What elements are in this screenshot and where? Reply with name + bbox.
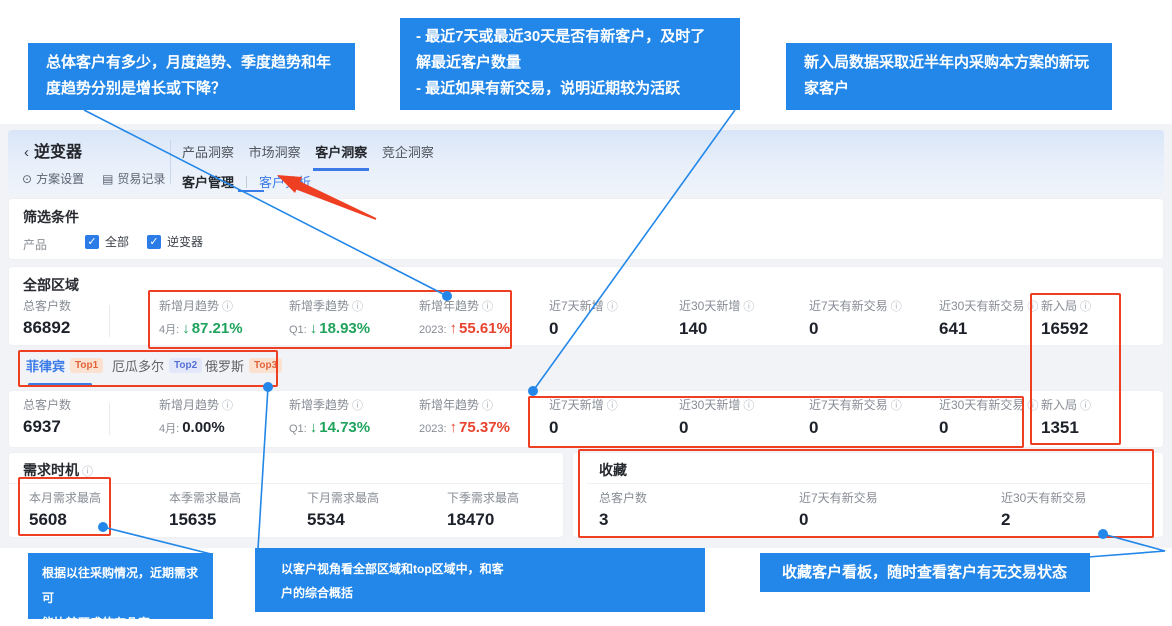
stat-new-7d: 近7天新增ⓘ 0 <box>549 299 618 339</box>
info-icon[interactable]: ⓘ <box>482 300 493 314</box>
favorites-card: 收藏 总客户数 3 近7天有新交易 0 近30天有新交易 2 <box>572 452 1164 538</box>
annotation-favorites: 收藏客户看板，随时查看客户有无交易状态 <box>760 553 1090 592</box>
annotation-recent-activity: - 最近7天或最近30天是否有新客户，及时了 解最近客户数量 - 最近如果有新交… <box>400 18 740 110</box>
info-icon[interactable]: ⓘ <box>607 300 618 314</box>
region-tab-ecuador[interactable]: 厄瓜多尔 Top2 <box>112 356 202 375</box>
region-tab-russia[interactable]: 俄罗斯 Top3 <box>205 356 282 375</box>
filter-row-label: 产品 <box>23 236 47 253</box>
stat-monthly-trend: 新增月趋势ⓘ 4月:↓87.21% <box>159 299 243 340</box>
info-icon[interactable]: ⓘ <box>891 300 902 314</box>
info-icon[interactable]: ⓘ <box>352 300 363 314</box>
stat-yearly-trend: 新增年趋势ⓘ 2023:↑55.61% <box>419 299 510 340</box>
tab-competitor-insight[interactable]: 竞企洞察 <box>380 140 436 168</box>
info-icon[interactable]: ⓘ <box>891 399 902 413</box>
stat-new-entrant: 新入局ⓘ 16592 <box>1041 299 1091 339</box>
region-tab-philippines[interactable]: 菲律宾 Top1 <box>26 356 103 375</box>
stat-demand-this-month: 本月需求最高 5608 <box>29 491 101 530</box>
annotation-demand: 根据以往采购情况，近期需求可 能比较旺盛的有几家 <box>28 553 213 619</box>
screenshot-stage: ‹ 逆变器 ⊙ 方案设置 ▤ 贸易记录 产品洞察 市场洞察 客户洞察 竞企洞察 客… <box>0 0 1172 626</box>
insight-tabs: 产品洞察 市场洞察 客户洞察 竞企洞察 <box>180 140 443 171</box>
stat-divider <box>109 305 110 337</box>
subtab-divider <box>246 176 247 188</box>
checkbox-all[interactable]: ✓ 全部 <box>85 233 129 250</box>
info-icon[interactable]: ⓘ <box>222 399 233 413</box>
stat-demand-next-month: 下月需求最高 5534 <box>307 491 379 530</box>
active-subtab-underline <box>238 190 264 192</box>
gear-icon: ⊙ <box>22 172 32 186</box>
info-icon[interactable]: ⓘ <box>482 399 493 413</box>
stat-new-7d: 近7天新增ⓘ 0 <box>549 398 618 438</box>
tab-customer-management[interactable]: 客户管理 <box>180 172 236 191</box>
top2-badge: Top2 <box>169 358 202 373</box>
checkbox-checked-icon: ✓ <box>147 235 161 249</box>
stat-trade-7d: 近7天有新交易ⓘ 0 <box>809 398 902 438</box>
active-region-tab-underline <box>28 383 92 386</box>
header-band: ‹ 逆变器 ⊙ 方案设置 ▤ 贸易记录 产品洞察 市场洞察 客户洞察 竞企洞察 客… <box>8 130 1164 194</box>
stat-fav-trade-30d: 近30天有新交易 2 <box>1001 491 1086 530</box>
stat-new-30d: 近30天新增ⓘ 140 <box>679 299 754 339</box>
header-divider <box>170 140 171 184</box>
tab-product-insight[interactable]: 产品洞察 <box>180 140 236 168</box>
header-menu: ⊙ 方案设置 ▤ 贸易记录 <box>22 170 165 187</box>
stat-new-entrant: 新入局ⓘ 1351 <box>1041 398 1091 438</box>
tab-customer-analysis[interactable]: 客户分析 <box>257 172 313 191</box>
favorites-title: 收藏 <box>599 460 627 480</box>
stat-demand-next-quarter: 下季需求最高 18470 <box>447 491 519 530</box>
top3-badge: Top3 <box>249 358 282 373</box>
stat-fav-trade-7d: 近7天有新交易 0 <box>799 491 878 530</box>
stat-quarterly-trend: 新增季趋势ⓘ Q1:↓14.73% <box>289 398 370 439</box>
card-divider <box>587 483 1151 484</box>
back-button[interactable]: ‹ 逆变器 <box>24 138 82 162</box>
stat-total-customers: 总客户数 86892 <box>23 299 71 338</box>
checkbox-checked-icon: ✓ <box>85 235 99 249</box>
page-title: 逆变器 <box>34 144 82 161</box>
info-icon[interactable]: ⓘ <box>1080 300 1091 314</box>
filter-section-title: 筛选条件 <box>23 207 79 227</box>
info-icon[interactable]: ⓘ <box>352 399 363 413</box>
info-icon[interactable]: ⓘ <box>222 300 233 314</box>
tab-customer-insight[interactable]: 客户洞察 <box>313 140 369 171</box>
info-icon[interactable]: ⓘ <box>1027 300 1038 314</box>
plan-settings-button[interactable]: ⊙ 方案设置 <box>22 170 84 187</box>
info-icon[interactable]: ⓘ <box>607 399 618 413</box>
info-icon[interactable]: ⓘ <box>743 399 754 413</box>
demand-timing-card: 需求时机ⓘ 本月需求最高 5608 本季需求最高 15635 下月需求最高 55… <box>8 452 564 538</box>
tab-market-insight[interactable]: 市场洞察 <box>247 140 303 168</box>
annotation-customer-view: 以客户视角看全部区域和top区域中，和客 户的综合概括 <box>255 548 705 612</box>
annotation-new-entrant: 新入局数据采取近半年内采购本方案的新玩 家客户 <box>786 43 1112 110</box>
stat-quarterly-trend: 新增季趋势ⓘ Q1:↓18.93% <box>289 299 370 340</box>
stat-total-customers: 总客户数 6937 <box>23 398 71 437</box>
checkbox-inverter[interactable]: ✓ 逆变器 <box>147 233 203 250</box>
stat-demand-this-quarter: 本季需求最高 15635 <box>169 491 241 530</box>
filter-card: 筛选条件 产品 ✓ 全部 ✓ 逆变器 <box>8 198 1164 260</box>
stat-trade-7d: 近7天有新交易ⓘ 0 <box>809 299 902 339</box>
info-icon[interactable]: ⓘ <box>1080 399 1091 413</box>
stat-fav-total: 总客户数 3 <box>599 491 647 530</box>
annotation-overview: 总体客户有多少，月度趋势、季度趋势和年 度趋势分别是增长或下降？ <box>28 43 355 110</box>
info-icon[interactable]: ⓘ <box>82 463 93 479</box>
trade-records-button[interactable]: ▤ 贸易记录 <box>102 170 165 187</box>
stat-trade-30d: 近30天有新交易ⓘ 0 <box>939 398 1038 438</box>
all-region-card: 全部区域 总客户数 86892 新增月趋势ⓘ 4月:↓87.21% 新增季趋势ⓘ… <box>8 266 1164 346</box>
card-divider <box>9 483 565 484</box>
top1-badge: Top1 <box>70 358 103 373</box>
back-chevron-icon: ‹ <box>24 144 29 161</box>
stat-monthly-trend: 新增月趋势ⓘ 4月:0.00% <box>159 398 233 439</box>
document-icon: ▤ <box>102 172 113 186</box>
all-region-title: 全部区域 <box>23 275 79 295</box>
top1-region-card: 总客户数 6937 新增月趋势ⓘ 4月:0.00% 新增季趋势ⓘ Q1:↓14.… <box>8 390 1164 448</box>
stat-new-30d: 近30天新增ⓘ 0 <box>679 398 754 438</box>
info-icon[interactable]: ⓘ <box>743 300 754 314</box>
stat-divider <box>109 403 110 435</box>
demand-title: 需求时机ⓘ <box>23 460 93 480</box>
stat-yearly-trend: 新增年趋势ⓘ 2023:↑75.37% <box>419 398 510 439</box>
customer-sub-tabs: 客户管理 客户分析 <box>180 172 313 191</box>
info-icon[interactable]: ⓘ <box>1027 399 1038 413</box>
stat-trade-30d: 近30天有新交易ⓘ 641 <box>939 299 1038 339</box>
